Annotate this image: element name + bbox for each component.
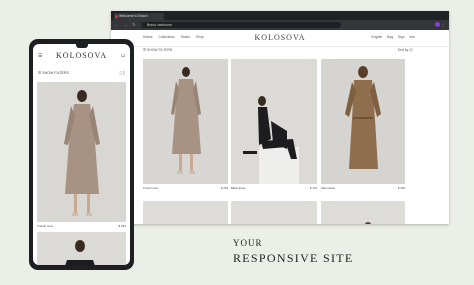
- url-site: Bravo: [147, 23, 157, 27]
- product-card[interactable]: [143, 201, 228, 224]
- browser-tab-bar: Welcome to Bravo: [111, 11, 449, 20]
- browser-tab[interactable]: Welcome to Bravo: [114, 13, 164, 20]
- mobile-filter-label: SHOW FILTERS: [42, 71, 69, 75]
- mobile-screen: ☰ KOLOSOVA ⊔ ☰ SHOW FILTERS ▯ ▯ Trench c…: [33, 44, 130, 265]
- tab-title: Welcome to Bravo: [119, 14, 148, 18]
- mobile-show-filters-button[interactable]: ☰ SHOW FILTERS: [38, 71, 69, 75]
- mobile-product-caption: Trench coat $ 254: [37, 224, 126, 228]
- product-name[interactable]: Trench coat: [143, 186, 158, 190]
- mobile-product-photo[interactable]: [37, 232, 126, 265]
- header-link[interactable]: English: [371, 35, 382, 39]
- header-link[interactable]: Info: [410, 35, 416, 39]
- product-name[interactable]: Satin dress: [321, 186, 335, 190]
- product-price: $ 230: [398, 186, 405, 190]
- header-link[interactable]: Sign: [398, 35, 405, 39]
- mobile-product-photo[interactable]: [37, 82, 126, 222]
- desktop-browser-window: Welcome to Bravo ← → ↻ ⌂ Bravo /welcome …: [111, 11, 449, 224]
- mobile-phone-frame: ☰ KOLOSOVA ⊔ ☰ SHOW FILTERS ▯ ▯ Trench c…: [29, 39, 134, 270]
- address-bar-row: ← → ↻ ⌂ Bravo /welcome ⋮: [111, 20, 449, 30]
- product-card[interactable]: [321, 201, 405, 224]
- product-price: $ 254: [221, 186, 228, 190]
- product-card[interactable]: Satin dress $ 230: [321, 59, 405, 197]
- product-price: $ 176: [310, 186, 317, 190]
- mobile-site-logo[interactable]: KOLOSOVA: [33, 51, 130, 60]
- product-card[interactable]: Trench coat $ 254: [143, 59, 228, 197]
- header-link[interactable]: Bag: [387, 35, 393, 39]
- site-header: Новое Collections Studio Shop KOLOSOVA E…: [111, 30, 449, 47]
- tagline-line-1: YOUR: [233, 238, 263, 248]
- url-field[interactable]: Bravo /welcome: [141, 22, 341, 28]
- product-card[interactable]: Black dress $ 176: [231, 59, 317, 197]
- mobile-product-price: $ 254: [118, 224, 126, 228]
- tagline-line-2: RESPONSIVE SITE: [233, 251, 354, 265]
- browser-menu-icon[interactable]: ⋮: [441, 22, 445, 27]
- site-header-links: English Bag Sign Info: [367, 35, 415, 39]
- product-photo[interactable]: [231, 59, 317, 184]
- show-filters-button[interactable]: SHOW FILTERS: [147, 48, 172, 52]
- url-path: /welcome: [157, 23, 172, 27]
- browser-menu[interactable]: ⋮: [434, 22, 445, 28]
- mobile-product-name[interactable]: Trench coat: [37, 224, 53, 228]
- product-card[interactable]: [231, 201, 317, 224]
- product-photo[interactable]: [143, 59, 228, 184]
- sort-label: Sort by: [397, 48, 409, 52]
- product-name[interactable]: Black dress: [231, 186, 245, 190]
- filter-row: ☰ SHOW FILTERS Sort by ▯▯: [143, 48, 413, 52]
- product-photo[interactable]: [321, 59, 405, 184]
- sort-control[interactable]: Sort by ▯▯: [398, 48, 413, 52]
- profile-avatar-icon[interactable]: [434, 22, 440, 28]
- view-toggle-icon[interactable]: ▯ ▯: [119, 70, 125, 75]
- phone-notch: [75, 44, 88, 48]
- bag-icon[interactable]: ⊔: [121, 53, 125, 59]
- favicon-icon: [115, 15, 118, 18]
